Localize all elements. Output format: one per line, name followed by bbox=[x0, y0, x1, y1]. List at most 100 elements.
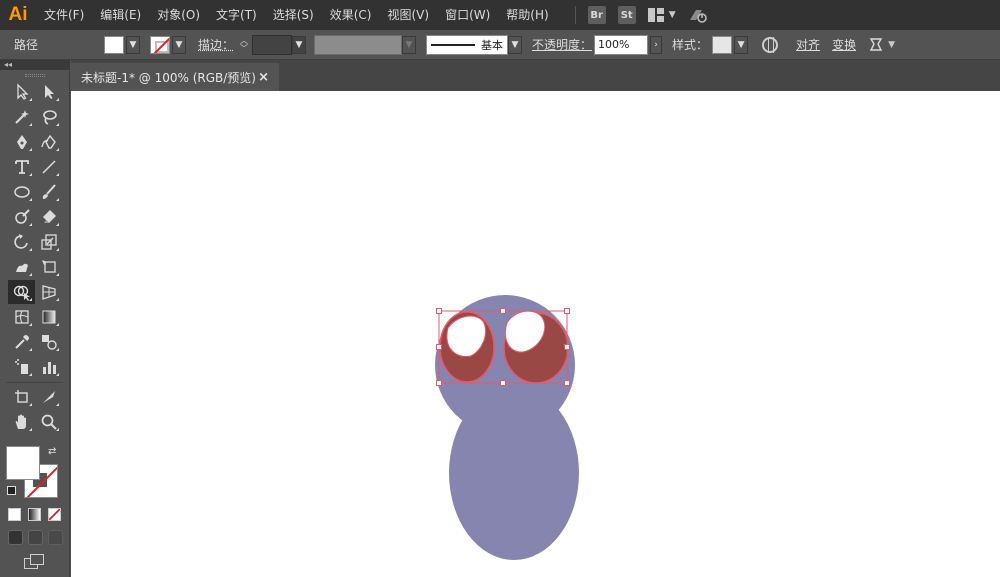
free-transform-tool[interactable] bbox=[35, 255, 62, 279]
align-button[interactable]: 对齐 bbox=[796, 36, 820, 53]
curvature-tool[interactable] bbox=[35, 130, 62, 154]
menu-object[interactable]: 对象(O) bbox=[149, 0, 208, 30]
document-tab-bar: 未标题-1* @ 100% (RGB/预览) × bbox=[71, 60, 1000, 91]
variable-width-dropdown[interactable]: ▼ bbox=[402, 35, 417, 54]
recolor-artwork-icon[interactable] bbox=[762, 36, 779, 53]
line-segment-tool[interactable] bbox=[35, 155, 62, 179]
ellipse-tool[interactable] bbox=[8, 180, 35, 204]
pin-options-button[interactable]: ▼ bbox=[868, 37, 895, 53]
document-tab[interactable]: 未标题-1* @ 100% (RGB/预览) × bbox=[71, 63, 279, 91]
eyedropper-tool[interactable] bbox=[8, 330, 35, 354]
magic-wand-tool[interactable] bbox=[8, 105, 35, 129]
scale-icon bbox=[40, 234, 57, 250]
menu-file[interactable]: 文件(F) bbox=[36, 0, 92, 30]
change-screen-mode-button[interactable] bbox=[24, 554, 46, 569]
stroke-weight-stepper[interactable]: ︿ ﹀ bbox=[236, 35, 252, 55]
menu-edit[interactable]: 编辑(E) bbox=[92, 0, 149, 30]
arrange-documents-button[interactable]: ▼ bbox=[647, 8, 676, 22]
draw-inside-button[interactable] bbox=[48, 530, 63, 545]
bbox-handle-top-right[interactable] bbox=[564, 308, 570, 314]
type-t-icon bbox=[14, 160, 29, 174]
bbox-handle-bottom-right[interactable] bbox=[564, 380, 570, 386]
blend-icon bbox=[41, 335, 57, 350]
chevron-down-icon: ▼ bbox=[888, 39, 895, 50]
artboard-tool[interactable] bbox=[8, 385, 35, 409]
bbox-handle-middle-right[interactable] bbox=[564, 344, 570, 350]
scale-tool[interactable] bbox=[35, 230, 62, 254]
shape-builder-icon bbox=[13, 285, 30, 301]
stroke-swatch[interactable] bbox=[150, 35, 170, 54]
type-tool[interactable] bbox=[8, 155, 35, 179]
slice-tool[interactable] bbox=[35, 385, 62, 409]
color-mode-button[interactable] bbox=[8, 508, 21, 521]
stock-button[interactable]: St bbox=[617, 6, 636, 24]
swap-fill-stroke-icon[interactable]: ⇄ bbox=[48, 446, 56, 457]
close-tab-icon[interactable]: × bbox=[258, 70, 269, 85]
pin-icon bbox=[869, 37, 883, 51]
gradient-mode-button[interactable] bbox=[28, 508, 41, 521]
perspective-grid-tool[interactable] bbox=[35, 280, 62, 304]
opacity-field[interactable]: 100% bbox=[594, 34, 649, 55]
warp-tool[interactable] bbox=[8, 255, 35, 279]
fill-color-box[interactable] bbox=[6, 446, 40, 480]
brush-definition-field[interactable]: 基本 bbox=[426, 34, 509, 55]
stroke-weight-label[interactable]: 描边： bbox=[198, 36, 234, 53]
chevron-down-icon: ▼ bbox=[295, 39, 303, 50]
stroke-weight-dropdown[interactable]: ▼ bbox=[292, 35, 307, 54]
selection-tool[interactable] bbox=[8, 80, 35, 104]
artboard-canvas[interactable] bbox=[71, 91, 1000, 577]
direct-selection-tool[interactable] bbox=[35, 80, 62, 104]
eraser-tool[interactable] bbox=[35, 205, 62, 229]
none-mode-button[interactable] bbox=[48, 508, 61, 521]
fill-dropdown[interactable]: ▼ bbox=[126, 35, 140, 54]
hand-tool[interactable] bbox=[8, 410, 35, 434]
mesh-tool[interactable] bbox=[8, 305, 35, 329]
rotate-tool[interactable] bbox=[8, 230, 35, 254]
magnifier-icon bbox=[41, 414, 57, 430]
bbox-handle-bottom-left[interactable] bbox=[436, 380, 442, 386]
zoom-tool[interactable] bbox=[35, 410, 62, 434]
gradient-icon bbox=[42, 310, 55, 324]
symbol-sprayer-tool[interactable] bbox=[8, 355, 35, 379]
bridge-button[interactable]: Br bbox=[587, 6, 606, 24]
blend-tool[interactable] bbox=[35, 330, 62, 354]
menu-window[interactable]: 窗口(W) bbox=[437, 0, 498, 30]
bbox-handle-bottom-center[interactable] bbox=[500, 380, 506, 386]
graphic-style-swatch[interactable] bbox=[712, 35, 733, 54]
artboard-icon bbox=[14, 390, 28, 403]
menu-help[interactable]: 帮助(H) bbox=[498, 0, 556, 30]
opacity-expand-button[interactable]: › bbox=[650, 35, 663, 54]
paintbrush-tool[interactable] bbox=[35, 180, 62, 204]
graphic-style-dropdown[interactable]: ▼ bbox=[734, 35, 749, 54]
bbox-handle-top-left[interactable] bbox=[436, 308, 442, 314]
tools-panel-grip[interactable] bbox=[0, 70, 69, 80]
brush-definition-dropdown[interactable]: ▼ bbox=[508, 35, 523, 54]
transform-button[interactable]: 变换 bbox=[832, 36, 856, 53]
gradient-tool[interactable] bbox=[35, 305, 62, 329]
draw-behind-button[interactable] bbox=[28, 530, 43, 545]
shape-builder-tool[interactable] bbox=[8, 280, 35, 304]
menu-select[interactable]: 选择(S) bbox=[265, 0, 322, 30]
default-fill-stroke-icon[interactable] bbox=[7, 486, 16, 495]
menu-type[interactable]: 文字(T) bbox=[208, 0, 265, 30]
stroke-weight-field[interactable] bbox=[252, 34, 293, 55]
pen-tool[interactable] bbox=[8, 130, 35, 154]
bbox-handle-top-center[interactable] bbox=[500, 308, 506, 314]
fill-swatch[interactable] bbox=[104, 35, 124, 54]
menu-effect[interactable]: 效果(C) bbox=[322, 0, 380, 30]
variable-width-field[interactable] bbox=[314, 34, 403, 55]
opacity-label[interactable]: 不透明度： bbox=[532, 36, 592, 53]
gpu-performance-button[interactable] bbox=[688, 6, 708, 24]
chevron-down-icon: ▼ bbox=[129, 39, 137, 50]
tools-panel: ◂◂ ⇄ bbox=[0, 60, 70, 577]
bbox-handle-middle-left[interactable] bbox=[436, 344, 442, 350]
pen-nib-icon bbox=[16, 135, 27, 149]
shaper-tool[interactable] bbox=[8, 205, 35, 229]
app-logo: Ai bbox=[8, 4, 28, 25]
column-graph-tool[interactable] bbox=[35, 355, 62, 379]
stroke-dropdown[interactable]: ▼ bbox=[172, 35, 186, 54]
lasso-tool[interactable] bbox=[35, 105, 62, 129]
menu-view[interactable]: 视图(V) bbox=[379, 0, 437, 30]
tools-panel-collapse[interactable]: ◂◂ bbox=[0, 60, 69, 70]
draw-normal-button[interactable] bbox=[8, 530, 23, 545]
